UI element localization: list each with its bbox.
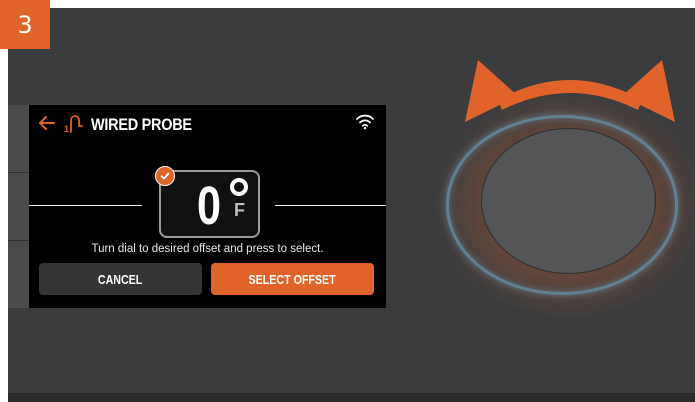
offset-value-box[interactable]: 0 F <box>155 166 260 238</box>
select-offset-button-label: SELECT OFFSET <box>248 271 337 287</box>
degree-symbol <box>230 178 248 196</box>
bezel-seam <box>8 172 30 173</box>
wifi-icon <box>356 114 374 130</box>
check-icon <box>155 166 175 186</box>
instruction-text: Turn dial to desired offset and press to… <box>91 243 324 255</box>
probe-1-icon: 1 <box>64 115 83 134</box>
cancel-button-label: CANCEL <box>98 271 143 287</box>
step-number: 3 <box>17 10 33 39</box>
device-bottom-edge <box>8 393 695 402</box>
divider-line-right <box>275 205 386 206</box>
arrow-left-icon[interactable] <box>37 113 57 133</box>
bezel-seam <box>8 240 30 241</box>
step-number-badge: 3 <box>0 0 50 49</box>
control-dial[interactable] <box>481 128 656 274</box>
offset-value: 0 <box>197 176 222 236</box>
svg-text:1: 1 <box>64 124 69 134</box>
divider-line-left <box>29 205 142 206</box>
double-curved-arrow-icon <box>465 60 675 122</box>
screen-title: WIRED PROBE <box>91 115 192 134</box>
controller-screen: 1 WIRED PROBE 0 F Turn dial to desired o… <box>29 105 386 308</box>
cancel-button[interactable]: CANCEL <box>39 263 202 295</box>
screen-bezel <box>8 105 30 308</box>
select-offset-button[interactable]: SELECT OFFSET <box>211 263 374 295</box>
offset-unit: F <box>234 200 245 220</box>
